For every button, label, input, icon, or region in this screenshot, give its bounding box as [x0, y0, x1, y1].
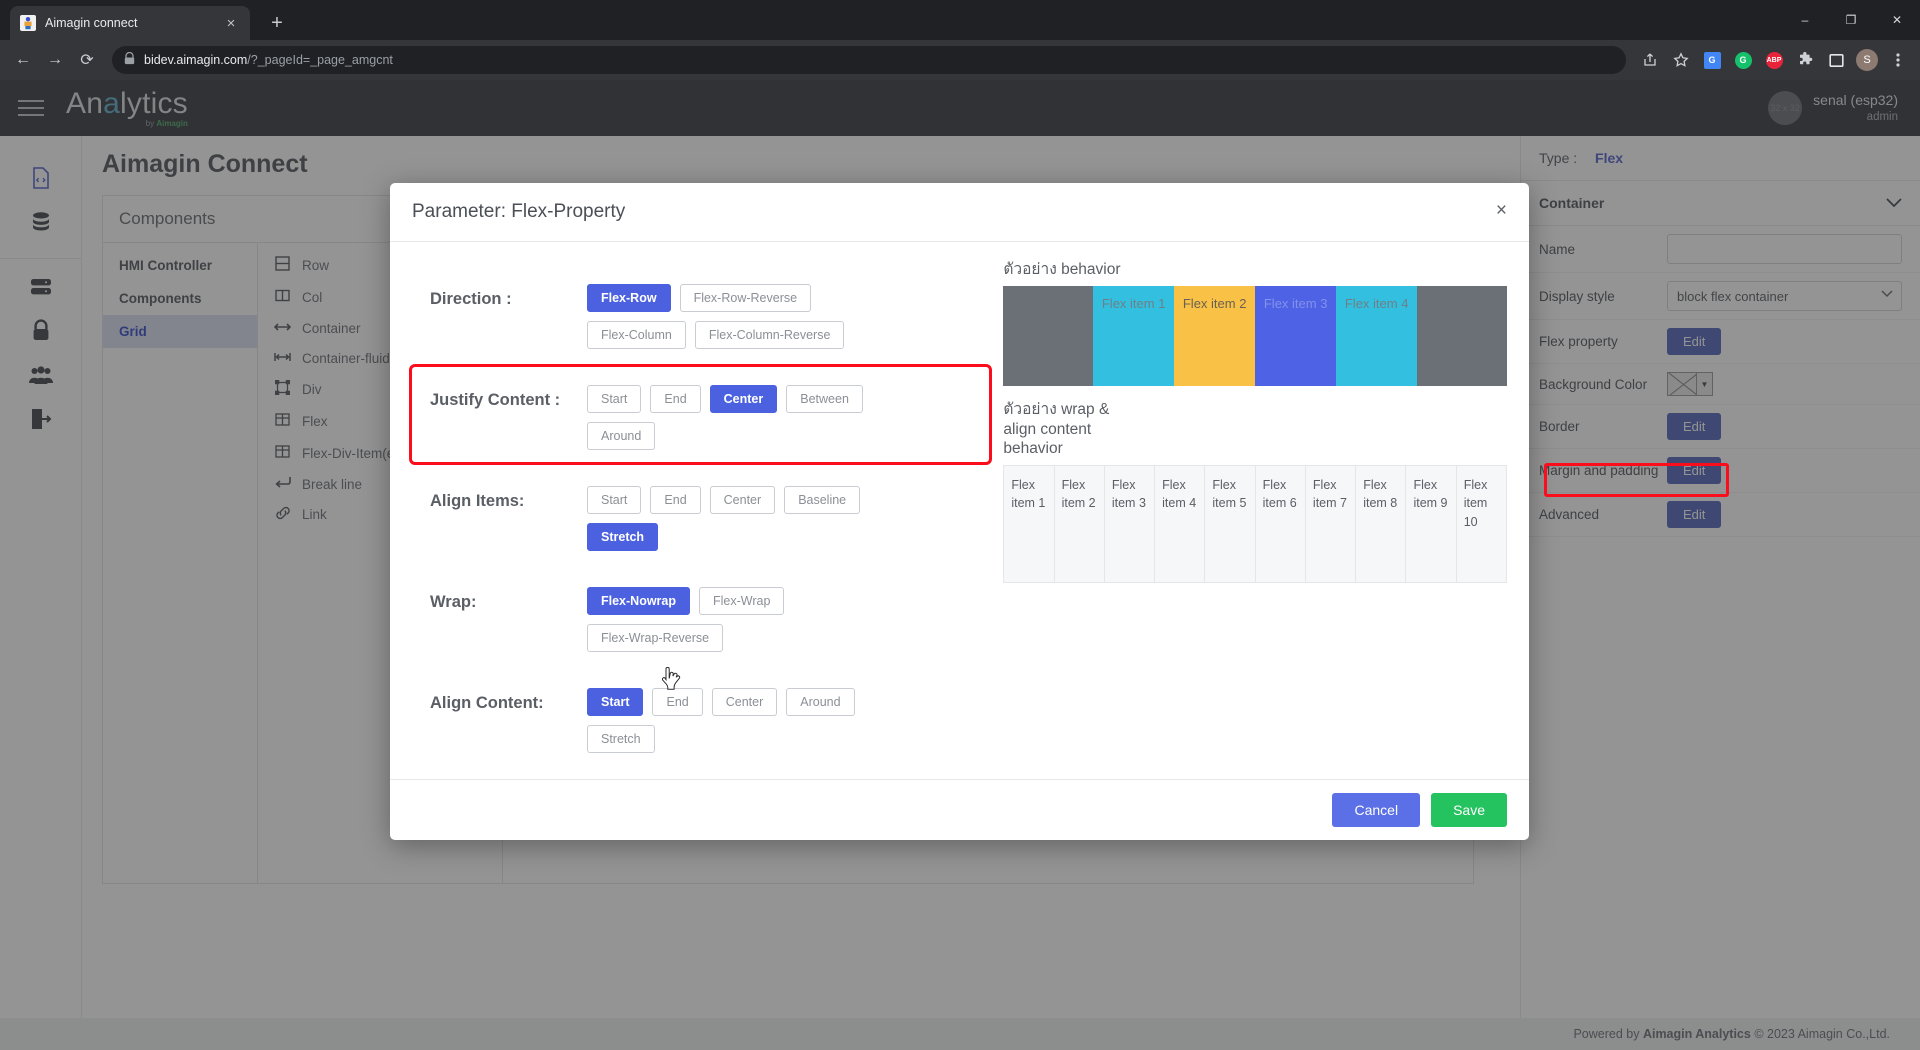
save-button[interactable]: Save: [1431, 793, 1507, 827]
chrome-menu-icon[interactable]: [1884, 46, 1912, 74]
share-icon[interactable]: [1636, 46, 1664, 74]
group-label: Align Items:: [430, 492, 525, 510]
browser-tab-strip: Aimagin connect × + – ❐ ✕: [0, 0, 1920, 40]
group-label: Wrap:: [430, 593, 477, 611]
window-close-button[interactable]: ✕: [1874, 0, 1920, 40]
option-flex-nowrap[interactable]: Flex-Nowrap: [587, 587, 691, 615]
wrap-item: Flex item 7: [1305, 466, 1357, 583]
option-justify-between[interactable]: Between: [786, 385, 863, 413]
browser-tab[interactable]: Aimagin connect ×: [10, 6, 250, 40]
adblock-plus-icon[interactable]: ABP: [1760, 46, 1788, 74]
address-bar[interactable]: bidev.aimagin.com/?_pageId=_page_amgcnt: [112, 46, 1626, 74]
group-options: Flex-Nowrap Flex-Wrap Flex-Wrap-Reverse: [587, 587, 917, 652]
dialog-header: Parameter: Flex-Property ×: [390, 183, 1529, 242]
dialog-body: Direction : Flex-Row Flex-Row-Reverse Fl…: [390, 242, 1529, 779]
option-align-items-stretch[interactable]: Stretch: [587, 523, 659, 551]
flex-property-dialog: Parameter: Flex-Property × Direction : F…: [390, 183, 1529, 840]
tab-close-icon[interactable]: ×: [222, 16, 240, 31]
option-group-justify-content: Justify Content : Start End Center Betwe…: [408, 364, 993, 465]
flex-item: Flex item 2: [1174, 285, 1256, 386]
preview-column: ตัวอย่าง behavior Flex item 1 Flex item …: [989, 260, 1507, 769]
option-group-align-content: Align Content: Start End Center Around S…: [412, 670, 989, 765]
bookmark-star-icon[interactable]: [1667, 46, 1695, 74]
sidepanel-icon[interactable]: [1822, 46, 1850, 74]
extensions-puzzle-icon[interactable]: [1791, 46, 1819, 74]
profile-initial: S: [1856, 49, 1878, 71]
option-group-align-items: Align Items: Start End Center Baseline S…: [412, 468, 989, 563]
option-justify-around[interactable]: Around: [587, 422, 656, 450]
browser-toolbar: ← → ⟳ bidev.aimagin.com/?_pageId=_page_a…: [0, 40, 1920, 80]
new-tab-button[interactable]: +: [262, 8, 292, 38]
close-icon[interactable]: ×: [1496, 201, 1507, 220]
wrap-item: Flex item 10: [1456, 466, 1506, 583]
grammarly-badge: G: [1734, 51, 1752, 69]
option-justify-center[interactable]: Center: [709, 385, 778, 413]
window-minimize-button[interactable]: –: [1782, 0, 1828, 40]
option-align-items-center[interactable]: Center: [709, 486, 776, 514]
app-page: Analytics by Aimagin 32 x 32 senal (esp3…: [0, 80, 1920, 1050]
google-translate-icon[interactable]: G: [1698, 46, 1726, 74]
option-flex-column-reverse[interactable]: Flex-Column-Reverse: [694, 321, 845, 349]
group-options: Start End Center Around Stretch: [587, 688, 917, 753]
option-group-wrap: Wrap: Flex-Nowrap Flex-Wrap Flex-Wrap-Re…: [412, 569, 989, 664]
option-align-items-end[interactable]: End: [650, 486, 701, 514]
window-maximize-button[interactable]: ❐: [1828, 0, 1874, 40]
flex-item: Flex item 1: [1093, 285, 1175, 386]
option-align-content-start[interactable]: Start: [587, 688, 644, 716]
wrap-item: Flex item 4: [1155, 466, 1206, 583]
option-align-content-stretch[interactable]: Stretch: [587, 725, 655, 753]
option-group-direction: Direction : Flex-Row Flex-Row-Reverse Fl…: [412, 266, 989, 361]
wrap-item: Flex item 3: [1104, 466, 1156, 583]
grammarly-icon[interactable]: G: [1729, 46, 1757, 74]
option-align-content-center[interactable]: Center: [711, 688, 778, 716]
option-align-content-end[interactable]: End: [652, 688, 703, 716]
option-flex-row[interactable]: Flex-Row: [587, 284, 671, 312]
preview-wrap-demo: Flex item 1 Flex item 2 Flex item 3 Flex…: [1003, 465, 1507, 584]
option-flex-wrap[interactable]: Flex-Wrap: [699, 587, 785, 615]
url-domain: bidev.aimagin.com: [144, 53, 248, 67]
preview-behavior-title: ตัวอย่าง behavior: [1003, 261, 1121, 278]
window-controls: – ❐ ✕: [1782, 0, 1920, 40]
option-justify-start[interactable]: Start: [587, 385, 642, 413]
option-flex-row-reverse[interactable]: Flex-Row-Reverse: [679, 284, 812, 312]
options-column: Direction : Flex-Row Flex-Row-Reverse Fl…: [408, 260, 993, 769]
lock-icon: [124, 51, 135, 68]
wrap-item: Flex item 8: [1356, 466, 1407, 583]
reload-icon[interactable]: ⟳: [72, 45, 102, 75]
group-label: Justify Content :: [430, 391, 561, 409]
profile-avatar[interactable]: S: [1853, 46, 1881, 74]
back-icon[interactable]: ←: [8, 45, 38, 75]
option-align-content-around[interactable]: Around: [786, 688, 855, 716]
favicon: [20, 15, 36, 31]
wrap-item: Flex item 5: [1205, 466, 1256, 583]
wrap-item: Flex item 9: [1406, 466, 1457, 583]
option-justify-end[interactable]: End: [650, 385, 701, 413]
url-text: bidev.aimagin.com/?_pageId=_page_amgcnt: [144, 53, 393, 67]
cancel-button[interactable]: Cancel: [1332, 793, 1421, 827]
url-path: /?_pageId=_page_amgcnt: [247, 53, 393, 67]
group-options: Start End Center Baseline Stretch: [587, 486, 917, 551]
group-label: Direction :: [430, 290, 512, 308]
option-flex-wrap-reverse[interactable]: Flex-Wrap-Reverse: [587, 624, 724, 652]
toolbar-icons: G G ABP S: [1636, 46, 1912, 74]
wrap-item: Flex item 1: [1004, 466, 1055, 583]
preview-behavior-demo: Flex item 1 Flex item 2 Flex item 3 Flex…: [1003, 285, 1507, 386]
option-align-items-start[interactable]: Start: [587, 486, 642, 514]
preview-wrap-title: ตัวอย่าง wrap & align content behavior: [1003, 400, 1110, 458]
wrap-item: Flex item 2: [1054, 466, 1105, 583]
group-options: Flex-Row Flex-Row-Reverse Flex-Column Fl…: [587, 284, 917, 349]
flex-item: Flex item 4: [1336, 285, 1418, 386]
flex-item: Flex item 3: [1255, 285, 1337, 386]
wrap-item: Flex item 6: [1255, 466, 1306, 583]
group-options: Start End Center Between Around: [587, 385, 917, 450]
dialog-title: Parameter: Flex-Property: [412, 201, 626, 222]
option-flex-column[interactable]: Flex-Column: [587, 321, 686, 349]
tab-title: Aimagin connect: [45, 16, 138, 30]
group-label: Align Content:: [430, 694, 544, 712]
translate-badge: G: [1703, 51, 1721, 69]
option-align-items-baseline[interactable]: Baseline: [784, 486, 861, 514]
forward-icon[interactable]: →: [40, 45, 70, 75]
dialog-footer: Cancel Save: [390, 779, 1529, 840]
adblock-badge: ABP: [1765, 51, 1783, 69]
